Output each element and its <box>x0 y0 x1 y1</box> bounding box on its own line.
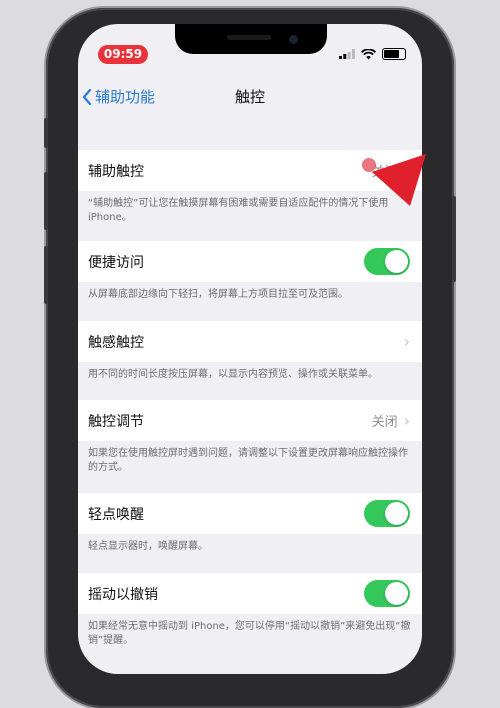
page-title: 触控 <box>234 88 265 106</box>
row-footer: 从屏幕底部边缘向下轻扫，将屏幕上方项目拉至可及范围。 <box>88 289 348 300</box>
touch-accommodations-row[interactable]: 触控调节 关闭 › <box>78 400 422 441</box>
camera-icon <box>289 35 298 44</box>
row-label: 摇动以撤销 <box>88 586 158 603</box>
toggle-knob <box>385 250 408 273</box>
row-label: 触控调节 <box>88 413 144 430</box>
toggle-knob <box>385 582 408 605</box>
status-time: 09:59 <box>98 45 148 64</box>
haptic-touch-row[interactable]: 触感触控 › <box>78 321 422 362</box>
row-footer: 用不同的时间长度按压屏幕，以显示内容预览、操作或关联菜单。 <box>88 369 378 380</box>
tap-to-wake-row: 轻点唤醒 <box>78 493 422 534</box>
row-footer: 轻点显示器时，唤醒屏幕。 <box>88 541 208 552</box>
row-label: 触感触控 <box>88 334 144 351</box>
row-label: 轻点唤醒 <box>88 506 144 523</box>
volume-down-button <box>44 246 48 304</box>
power-button <box>452 196 456 282</box>
reachability-toggle[interactable] <box>364 248 410 275</box>
reachability-row: 便捷访问 <box>78 241 422 282</box>
shake-to-undo-row: 摇动以撤销 <box>78 573 422 614</box>
pointer-arrow-icon <box>372 154 426 206</box>
status-icons <box>339 48 406 60</box>
wifi-icon <box>361 48 376 59</box>
settings-list: 辅助触控 关闭 › “辅助触控”可让您在触摸屏幕有困难或需要自适应配件的情况下使… <box>78 150 422 654</box>
row-footer: 如果您在使用触控屏时遇到问题，请调整以下设置更改屏幕响应触控操作的方式。 <box>88 448 408 473</box>
notch <box>175 24 327 54</box>
row-label: 便捷访问 <box>88 254 144 271</box>
speaker-grille <box>227 35 271 40</box>
navigation-bar: 辅助功能 触控 <box>78 74 422 118</box>
signal-icon <box>339 49 355 59</box>
chevron-right-icon: › <box>403 411 410 430</box>
row-label: 辅助触控 <box>88 163 144 180</box>
shake-to-undo-toggle[interactable] <box>364 580 410 607</box>
screen: 09:59 辅助功能 触控 辅助触控 关闭 › <box>78 24 422 674</box>
toggle-knob <box>385 502 408 525</box>
row-value: 关闭 <box>371 415 398 430</box>
volume-up-button <box>44 172 48 230</box>
chevron-right-icon: › <box>403 332 410 351</box>
tap-to-wake-toggle[interactable] <box>364 500 410 527</box>
battery-icon <box>382 48 406 60</box>
mute-switch <box>44 118 48 148</box>
row-footer: 如果经常无意中摇动到 iPhone，您可以停用“摇动以撤销”来避免出现“撤销”提… <box>88 621 411 646</box>
